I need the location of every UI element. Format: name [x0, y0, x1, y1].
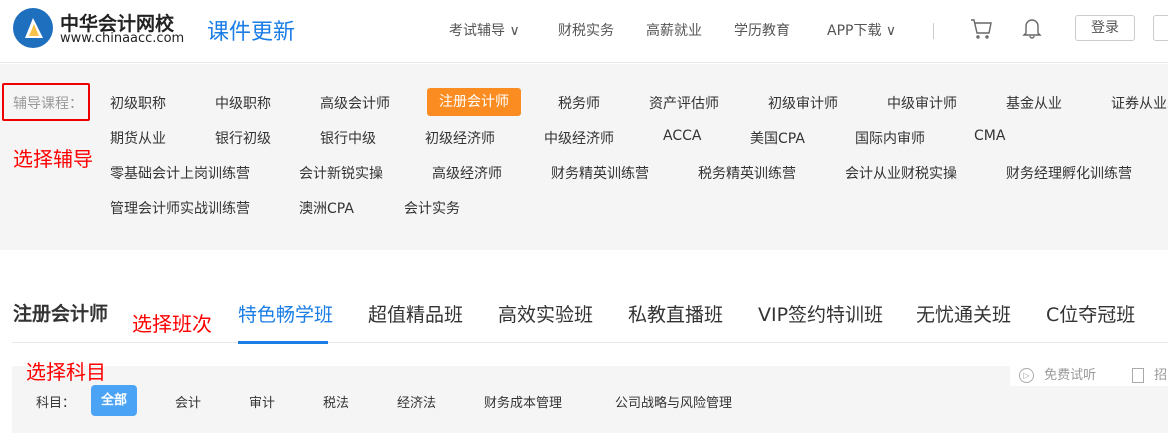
course-item[interactable]: 税务精英训练营 [698, 163, 796, 183]
course-item[interactable]: 基金从业 [1006, 93, 1062, 113]
subject-item[interactable]: 经济法 [397, 392, 436, 411]
bell-icon[interactable] [1022, 17, 1042, 43]
subject-item[interactable]: 会计 [175, 392, 201, 411]
subject-item[interactable]: 公司战略与风险管理 [615, 392, 732, 411]
cart-icon[interactable] [970, 18, 992, 44]
play-circle-icon: ▷ [1019, 368, 1034, 383]
tool-label: 招 [1154, 368, 1168, 383]
subject-item[interactable]: 税法 [323, 392, 349, 411]
course-item[interactable]: 初级职称 [110, 93, 166, 113]
course-item[interactable]: 初级审计师 [768, 93, 838, 113]
tab-class[interactable]: VIP签约特训班 [758, 300, 883, 327]
subject-item[interactable]: 财务成本管理 [484, 392, 562, 411]
course-item[interactable]: 会计新锐实操 [299, 163, 383, 183]
tab-class[interactable]: 特色畅学班 [238, 300, 333, 327]
course-item[interactable]: 税务师 [558, 93, 600, 113]
active-tab-indicator [238, 341, 328, 344]
section-title: 注册会计师 [13, 303, 109, 325]
filter-label: 辅导课程： [13, 96, 83, 112]
course-item[interactable]: 初级经济师 [425, 128, 495, 148]
chevron-down-icon: ∨ [885, 23, 897, 39]
course-item[interactable]: 资产评估师 [649, 93, 719, 113]
chevron-down-icon: ∨ [509, 23, 520, 39]
free-trial-button[interactable]: ▷ 免费试听 [1019, 364, 1096, 383]
logo-url[interactable]: www.chinaacc.com [60, 31, 184, 46]
annotation-select-subject: 选择科目 [26, 360, 106, 384]
nav-label: APP下载 [827, 23, 882, 39]
course-item[interactable]: 美国CPA [750, 128, 805, 148]
course-item[interactable]: 财务经理孵化训练营 [1006, 163, 1132, 183]
course-item[interactable]: 证券从业 [1111, 93, 1167, 113]
subject-item[interactable]: 审计 [249, 392, 275, 411]
logo-icon[interactable] [13, 8, 53, 48]
subject-label: 科目： [36, 396, 76, 411]
nav-label: 考试辅导 [449, 23, 505, 39]
course-item[interactable]: 中级经济师 [544, 128, 614, 148]
course-filter [0, 64, 1168, 250]
course-item[interactable]: 国际内审师 [855, 128, 925, 148]
course-item[interactable]: 财务精英训练营 [551, 163, 649, 183]
subject-item-active[interactable]: 全部 [91, 385, 138, 416]
course-item[interactable]: 银行初级 [215, 128, 271, 148]
tab-class[interactable]: 私教直播班 [628, 300, 723, 327]
course-item[interactable]: 澳洲CPA [299, 198, 354, 218]
tab-divider [12, 342, 1168, 343]
top-header: 中华会计网校 www.chinaacc.com 课件更新 考试辅导 ∨ 财税实务… [0, 0, 1168, 63]
course-item[interactable]: 会计从业财税实操 [845, 163, 957, 183]
tool-label: 免费试听 [1044, 368, 1097, 383]
annotation-select-tutoring: 选择辅导 [13, 147, 93, 171]
tab-class[interactable]: 高效实验班 [498, 300, 593, 327]
course-item[interactable]: 高级会计师 [320, 93, 390, 113]
course-item[interactable]: 管理会计师实战训练营 [110, 198, 250, 218]
course-item[interactable]: 银行中级 [320, 128, 376, 148]
nav-jobs[interactable]: 高薪就业 [646, 20, 702, 40]
course-item[interactable]: ACCA [663, 128, 701, 144]
annotation-select-class: 选择班次 [132, 312, 212, 336]
course-item[interactable]: 期货从业 [110, 128, 166, 148]
nav-exam-tutoring[interactable]: 考试辅导 ∨ [449, 20, 520, 40]
nav-app-download[interactable]: APP下载 ∨ [827, 20, 896, 40]
nav-education[interactable]: 学历教育 [734, 20, 790, 40]
tab-class[interactable]: 超值精品班 [368, 300, 463, 327]
course-item[interactable]: 高级经济师 [432, 163, 502, 183]
course-item[interactable]: 会计实务 [404, 198, 460, 218]
tab-class[interactable]: C位夺冠班 [1046, 300, 1135, 327]
tool-button[interactable]: 招 [1132, 364, 1167, 383]
course-item[interactable]: 零基础会计上岗训练营 [110, 163, 250, 183]
register-button[interactable] [1153, 15, 1168, 41]
course-item[interactable]: 中级审计师 [887, 93, 957, 113]
page-title: 课件更新 [207, 20, 296, 45]
login-button[interactable]: 登录 [1075, 15, 1135, 41]
nav-tax-practice[interactable]: 财税实务 [558, 20, 614, 40]
course-item[interactable]: CMA [974, 128, 1005, 144]
course-item[interactable]: 中级职称 [215, 93, 271, 113]
document-check-icon [1132, 368, 1144, 383]
divider [933, 23, 934, 39]
course-item-active[interactable]: 注册会计师 [427, 88, 521, 116]
tab-class[interactable]: 无忧通关班 [916, 300, 1011, 327]
